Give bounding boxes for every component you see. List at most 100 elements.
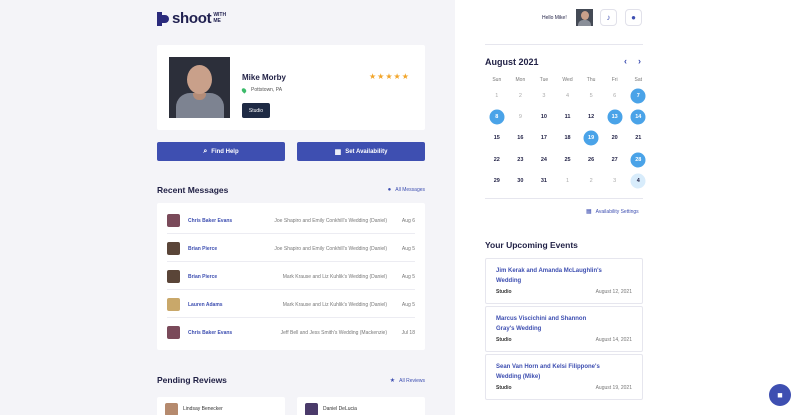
prev-month-button[interactable]: ‹ [624, 56, 627, 66]
all-reviews-link[interactable]: ★ All Reviews [389, 377, 425, 385]
chat-icon: ● [387, 187, 392, 193]
profile-card: Mike Morby ★★★★★ Pottstown, PA Studio [157, 45, 425, 130]
find-help-button[interactable]: ⌕ Find Help [157, 142, 285, 161]
notifications-button[interactable]: ♪ [600, 9, 617, 26]
calendar-day[interactable]: 9 [509, 106, 533, 127]
calendar-day[interactable]: 3 [532, 85, 556, 106]
event-card[interactable]: Jim Kerak and Amanda McLaughlin's Weddin… [485, 258, 643, 304]
message-row[interactable]: Brian Pierce Mark Krause and Liz Kuhlik'… [167, 262, 415, 290]
divider [485, 44, 643, 45]
studio-tag[interactable]: Studio [242, 103, 270, 118]
profile-location: Pottstown, PA [240, 86, 282, 94]
chat-launcher-button[interactable]: ■ [769, 384, 791, 406]
calendar-day[interactable]: 8 [485, 106, 509, 127]
calendar-day[interactable]: 12 [579, 106, 603, 127]
weekday-label: Sat [634, 77, 643, 83]
messages-button[interactable]: ● [625, 9, 642, 26]
avatar [167, 214, 180, 227]
calendar-day[interactable]: 27 [603, 149, 627, 170]
logo-suffix: WITH ME [213, 11, 227, 24]
review-card[interactable]: Daniel DeLucia [297, 397, 425, 415]
calendar-day[interactable]: 16 [509, 128, 533, 149]
chat-icon: ● [631, 13, 636, 22]
calendar-day[interactable]: 14 [626, 106, 650, 127]
upcoming-events-title: Your Upcoming Events [485, 240, 578, 250]
weekday-label: Thu [586, 77, 596, 83]
profile-name: Mike Morby [242, 73, 287, 82]
calendar-day[interactable]: 21 [626, 128, 650, 149]
all-messages-link[interactable]: ● All Messages [388, 187, 425, 193]
calendar-day[interactable]: 23 [509, 149, 533, 170]
bell-icon: ♪ [606, 13, 611, 22]
message-row[interactable]: Chris Baker Evans Jeff Bell and Jess Smi… [167, 318, 415, 346]
calendar-day[interactable]: 29 [485, 170, 509, 191]
calendar-day[interactable]: 10 [532, 106, 556, 127]
chat-icon: ■ [777, 390, 783, 400]
calendar-day[interactable]: 18 [556, 128, 580, 149]
avatar [167, 298, 180, 311]
logo[interactable]: shoot WITH ME [157, 10, 226, 27]
calendar-grid: Sun Mon Tue Wed Thu Fri Sat 1 2 3 4 5 6 7 8 9 10 11 12 13 14… [485, 75, 650, 191]
calendar-icon: ▦ [586, 209, 592, 215]
user-avatar[interactable] [576, 9, 593, 26]
calendar-day[interactable]: 15 [485, 128, 509, 149]
availability-settings-link[interactable]: ▦ Availability Settings [586, 208, 639, 216]
calendar-day[interactable]: 1 [485, 85, 509, 106]
recent-messages-title: Recent Messages [157, 185, 229, 195]
side-panel: Hello Mike! ♪ ● August 2021 ‹ › Sun Mon Tu… [455, 0, 800, 415]
avatar [167, 242, 180, 255]
calendar-day[interactable]: 2 [579, 170, 603, 191]
calendar-day[interactable]: 4 [626, 170, 650, 191]
calendar-day[interactable]: 25 [556, 149, 580, 170]
profile-photo [169, 57, 230, 118]
calendar-day[interactable]: 24 [532, 149, 556, 170]
calendar-day[interactable]: 11 [556, 106, 580, 127]
calendar-day[interactable]: 26 [579, 149, 603, 170]
weekday-label: Mon [515, 77, 526, 83]
main-column: shoot WITH ME Mike Morby ★★★★★ Pottstown… [0, 0, 455, 415]
messages-list: Chris Baker Evans Joe Shapiro and Emily … [157, 203, 425, 350]
calendar-day[interactable]: 2 [509, 85, 533, 106]
calendar-day[interactable]: 20 [603, 128, 627, 149]
calendar-day[interactable]: 30 [509, 170, 533, 191]
logo-text: shoot [172, 10, 212, 27]
pin-icon [240, 86, 248, 94]
logo-mark-icon [157, 11, 169, 26]
message-row[interactable]: Chris Baker Evans Joe Shapiro and Emily … [167, 206, 415, 234]
calendar-day[interactable]: 22 [485, 149, 509, 170]
calendar-day[interactable]: 5 [579, 85, 603, 106]
calendar-day[interactable]: 6 [603, 85, 627, 106]
weekday-label: Sun [492, 77, 502, 83]
rating-stars: ★★★★★ [369, 72, 410, 81]
calendar-day[interactable]: 7 [626, 85, 650, 106]
avatar [305, 403, 318, 415]
avatar [167, 270, 180, 283]
calendar-day[interactable]: 4 [556, 85, 580, 106]
message-row[interactable]: Lauren Adams Mark Krause and Liz Kuhlik'… [167, 290, 415, 318]
avatar [167, 326, 180, 339]
search-icon: ⌕ [203, 147, 208, 155]
calendar-month: August 2021 [485, 57, 539, 67]
star-icon: ★ [389, 378, 396, 384]
next-month-button[interactable]: › [638, 56, 641, 66]
calendar-day[interactable]: 3 [603, 170, 627, 191]
pending-reviews-title: Pending Reviews [157, 375, 227, 385]
set-availability-button[interactable]: ▦ Set Availability [297, 142, 425, 161]
calendar-day[interactable]: 1 [556, 170, 580, 191]
calendar-day[interactable]: 31 [532, 170, 556, 191]
greeting: Hello Mike! [542, 15, 567, 21]
calendar-day[interactable]: 19 [579, 128, 603, 149]
weekday-label: Tue [539, 77, 549, 83]
calendar-day[interactable]: 13 [603, 106, 627, 127]
review-card[interactable]: Lindsay Benecker [157, 397, 285, 415]
calendar-day[interactable]: 28 [626, 149, 650, 170]
calendar-icon: ▦ [334, 148, 342, 156]
calendar-day[interactable]: 17 [532, 128, 556, 149]
divider [485, 198, 643, 199]
message-row[interactable]: Brian Pierce Joe Shapiro and Emily Conkh… [167, 234, 415, 262]
event-card[interactable]: Sean Van Horn and Kelsi Filippone's Wedd… [485, 354, 643, 400]
event-card[interactable]: Marcus Viscichini and Shannon Gray's Wed… [485, 306, 643, 352]
weekday-label: Fri [611, 77, 618, 83]
weekday-label: Wed [562, 77, 573, 83]
avatar [165, 403, 178, 415]
